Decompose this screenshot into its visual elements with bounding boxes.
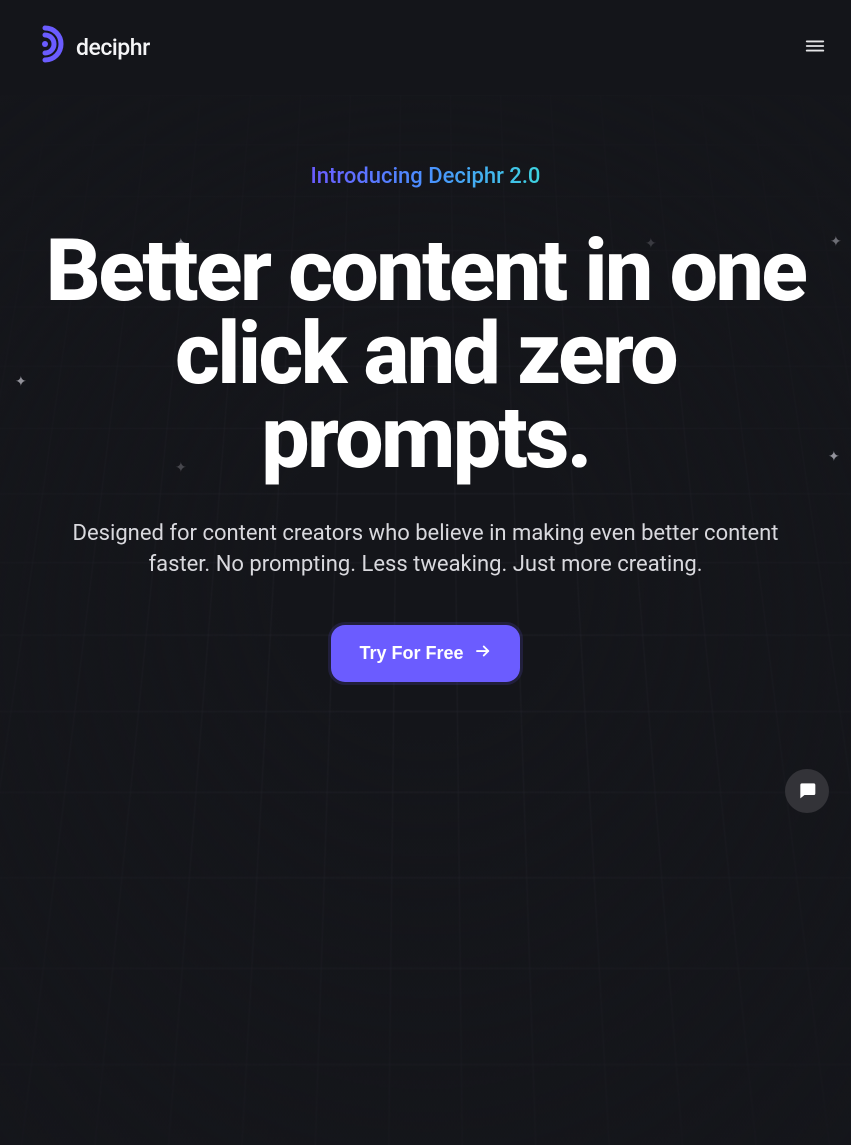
hero-eyebrow: Introducing Deciphr 2.0 <box>311 164 541 189</box>
chat-icon <box>797 780 817 803</box>
logo-mark-icon <box>24 24 66 70</box>
try-for-free-button[interactable]: Try For Free <box>331 625 519 682</box>
cta-label: Try For Free <box>359 643 463 664</box>
hero-section: Introducing Deciphr 2.0 Better content i… <box>0 94 851 682</box>
site-header: deciphr <box>0 0 851 94</box>
hero-headline: Better content in one click and zero pro… <box>36 229 816 479</box>
hero-subhead: Designed for content creators who believ… <box>66 519 786 581</box>
logo-text: deciphr <box>76 34 150 61</box>
chat-widget-button[interactable] <box>785 769 829 813</box>
logo-link[interactable]: deciphr <box>24 24 150 70</box>
arrow-right-icon <box>474 642 492 665</box>
menu-button[interactable] <box>803 35 827 59</box>
hamburger-icon <box>804 35 826 60</box>
